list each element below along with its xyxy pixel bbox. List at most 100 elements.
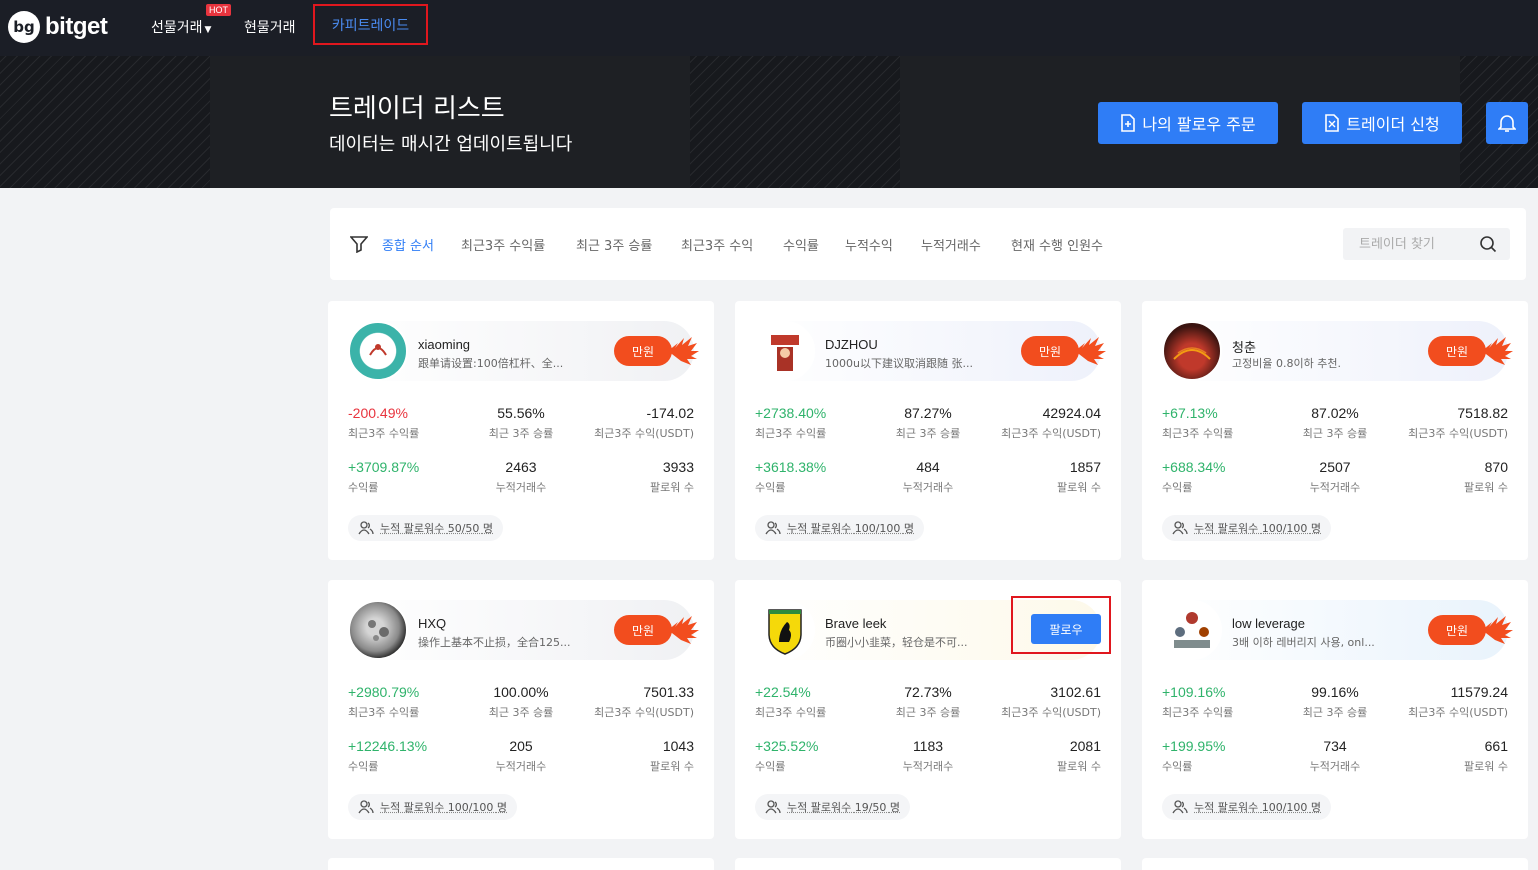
sort-roi[interactable]: 수익률	[783, 235, 819, 254]
sort-current-followers[interactable]: 현재 수행 인원수	[1011, 235, 1103, 254]
trader-card[interactable]: DJZHOU 1000u以下建议取消跟随 张... 만원 +2738.40% 최…	[735, 301, 1121, 560]
trader-name[interactable]: HXQ	[418, 616, 446, 631]
quota-suffix: 명	[1311, 801, 1321, 814]
full-badge: 만원	[1428, 615, 1486, 645]
apply-trader-button[interactable]: 트레이더 신청	[1302, 102, 1462, 144]
trader-card-peek	[735, 858, 1121, 870]
search-icon[interactable]	[1479, 235, 1497, 253]
trader-name[interactable]: 청춘	[1232, 337, 1256, 356]
followers-label: 팔로워 수	[1464, 479, 1508, 495]
sort-roi-3w[interactable]: 최근3주 수익률	[461, 235, 545, 254]
page-subtitle: 데이터는 매시간 업데이트됩니다	[329, 130, 572, 156]
avatar[interactable]	[348, 600, 408, 660]
trader-description: 操作上基本不止损，全合125...	[418, 634, 583, 650]
trader-name[interactable]: xiaoming	[418, 337, 470, 352]
sort-profit-3w[interactable]: 최근3주 수익	[681, 235, 753, 254]
quota-value: 100/100	[448, 801, 494, 814]
avatar[interactable]	[755, 321, 815, 381]
trader-search-input[interactable]	[1343, 228, 1473, 260]
trader-card-peek	[1142, 858, 1528, 870]
profit-3w-value: 7501.33	[643, 684, 694, 700]
trader-name[interactable]: Brave leek	[825, 616, 886, 631]
avatar-image	[757, 323, 813, 379]
trader-card[interactable]: HXQ 操作上基本不止损，全合125... 만원 +2980.79% 최근3주 …	[328, 580, 714, 839]
trades-value: 484	[879, 459, 977, 475]
users-icon	[1172, 521, 1188, 535]
trades-value: 734	[1286, 738, 1384, 754]
profit-3w-label: 최근3주 수익(USDT)	[594, 704, 694, 720]
sort-total-profit[interactable]: 누적수익	[845, 235, 893, 254]
follower-quota: 누적 팔로워수 50/50 명	[348, 515, 503, 541]
trades-label: 누적거래수	[879, 758, 977, 774]
roi-value: +3709.87%	[348, 459, 419, 475]
trader-description: 跟单请设置:100倍杠杆、全...	[418, 355, 583, 371]
trader-card[interactable]: Brave leek 币圈小小韭菜，轻仓是不可... 팔로우 +22.54% 최…	[735, 580, 1121, 839]
followers-value: 870	[1485, 459, 1508, 475]
roi-value: +3618.38%	[755, 459, 826, 475]
avatar[interactable]	[1162, 321, 1222, 381]
roi-3w-label: 최근3주 수익률	[755, 704, 826, 720]
flame-icon	[1480, 333, 1514, 369]
winrate-3w-value: 87.27%	[879, 405, 977, 421]
trades-value: 1183	[879, 738, 977, 754]
trader-card[interactable]: low leverage 3배 이하 레버리지 사용, onl... 만원 +1…	[1142, 580, 1528, 839]
roi-3w-label: 최근3주 수익률	[1162, 704, 1233, 720]
quota-prefix: 누적 팔로워수	[380, 522, 444, 535]
trades-value: 2507	[1286, 459, 1384, 475]
avatar[interactable]	[755, 600, 815, 660]
roi-3w-label: 최근3주 수익률	[755, 425, 826, 441]
follow-button[interactable]: 팔로우	[1031, 614, 1101, 644]
nav-copy-trade[interactable]: 카피트레이드	[313, 4, 428, 45]
trader-name[interactable]: low leverage	[1232, 616, 1305, 631]
roi-3w-label: 최근3주 수익률	[348, 425, 419, 441]
avatar[interactable]	[1162, 600, 1222, 660]
trades-label: 누적거래수	[472, 479, 570, 495]
users-icon	[358, 800, 374, 814]
my-follow-orders-button[interactable]: 나의 팔로우 주문	[1098, 102, 1278, 144]
profit-3w-label: 최근3주 수익(USDT)	[1001, 704, 1101, 720]
quota-value: 100/100	[1262, 801, 1308, 814]
roi-3w-value: +2980.79%	[348, 684, 419, 700]
chevron-down-icon: ▼	[205, 25, 212, 35]
full-badge: 만원	[1021, 336, 1079, 366]
roi-label: 수익률	[348, 758, 378, 774]
winrate-3w-label: 최근 3주 승률	[1286, 425, 1384, 441]
brand-logo[interactable]: bg bitget	[8, 10, 107, 44]
trades-value: 205	[472, 738, 570, 754]
filter-icon[interactable]	[350, 235, 368, 253]
followers-label: 팔로워 수	[1057, 758, 1101, 774]
trader-header: 청춘 고정비율 0.8이하 추천. 만원	[1162, 321, 1508, 381]
profit-3w-value: 7518.82	[1457, 405, 1508, 421]
winrate-3w-value: 72.73%	[879, 684, 977, 700]
avatar[interactable]	[348, 321, 408, 381]
sort-winrate-3w[interactable]: 최근 3주 승률	[576, 235, 652, 254]
full-badge: 만원	[614, 336, 672, 366]
roi-3w-label: 최근3주 수익률	[348, 704, 419, 720]
profit-3w-value: 3102.61	[1050, 684, 1101, 700]
roi-3w-value: +2738.40%	[755, 405, 826, 421]
trader-header: low leverage 3배 이하 레버리지 사용, onl... 만원	[1162, 600, 1508, 660]
quota-suffix: 명	[497, 801, 507, 814]
nav-futures[interactable]: 선물거래 ▼	[151, 17, 211, 37]
trader-card[interactable]: 청춘 고정비율 0.8이하 추천. 만원 +67.13% 최근3주 수익률 87…	[1142, 301, 1528, 560]
followers-label: 팔로워 수	[1464, 758, 1508, 774]
followers-label: 팔로워 수	[650, 758, 694, 774]
roi-3w-label: 최근3주 수익률	[1162, 425, 1233, 441]
quota-suffix: 명	[890, 801, 900, 814]
trader-name[interactable]: DJZHOU	[825, 337, 878, 352]
sort-total-trades[interactable]: 누적거래수	[921, 235, 981, 254]
notification-button[interactable]	[1486, 102, 1528, 144]
nav-spot[interactable]: 현물거래	[244, 17, 296, 37]
quota-value: 19/50	[855, 801, 887, 814]
quota-suffix: 명	[483, 522, 493, 535]
roi-value: +325.52%	[755, 738, 818, 754]
sort-overall[interactable]: 종합 순서	[382, 235, 434, 254]
users-icon	[1172, 800, 1188, 814]
quota-value: 50/50	[448, 522, 480, 535]
profit-3w-value: -174.02	[647, 405, 694, 421]
followers-value: 3933	[663, 459, 694, 475]
trader-header: xiaoming 跟单请设置:100倍杠杆、全... 만원	[348, 321, 694, 381]
roi-value: +688.34%	[1162, 459, 1225, 475]
trader-card[interactable]: xiaoming 跟单请设置:100倍杠杆、全... 만원 -200.49% 최…	[328, 301, 714, 560]
users-icon	[358, 521, 374, 535]
